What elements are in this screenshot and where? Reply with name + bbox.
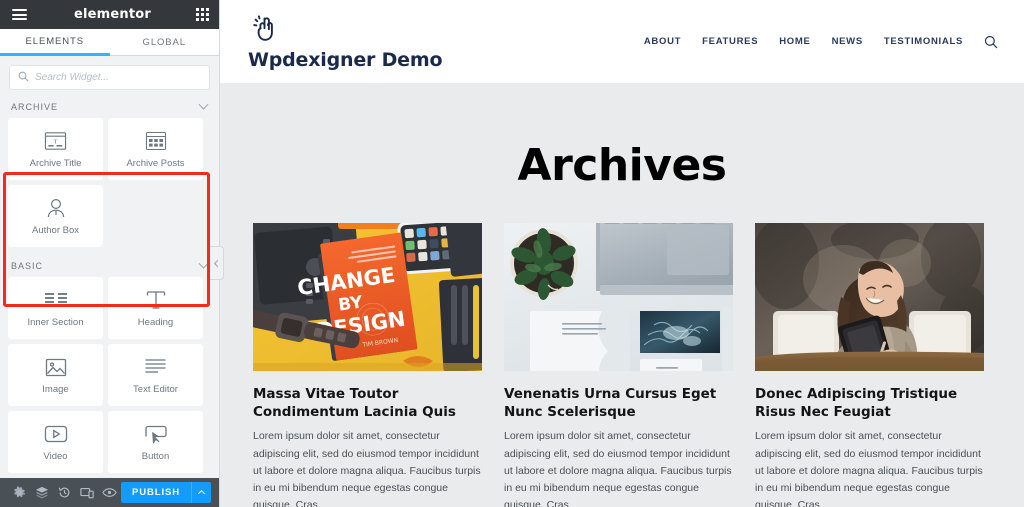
widget-label: Author Box bbox=[32, 225, 79, 236]
category-header-archive[interactable]: ARCHIVE bbox=[0, 96, 219, 118]
archive-posts-icon bbox=[145, 129, 167, 153]
widget-label: Inner Section bbox=[27, 317, 84, 328]
widget-button[interactable]: Button bbox=[108, 411, 203, 473]
post-image-1: CHANGE BY DESIGN TIM BROWN bbox=[253, 223, 482, 371]
text-editor-icon bbox=[144, 355, 167, 379]
category-label-basic: BASIC bbox=[11, 261, 44, 271]
page-title: Archives bbox=[517, 140, 727, 191]
post-card[interactable]: Donec Adipiscing Tristique Risus Nec Feu… bbox=[755, 223, 984, 507]
widget-archive-posts[interactable]: Archive Posts bbox=[108, 118, 203, 180]
post-image-2 bbox=[504, 223, 733, 371]
responsive-mode-icon[interactable] bbox=[76, 478, 99, 507]
search-icon[interactable] bbox=[984, 35, 998, 49]
pointing-hand-icon bbox=[248, 12, 282, 46]
archive-title-icon: T bbox=[44, 129, 67, 153]
svg-text:T: T bbox=[53, 138, 57, 145]
publish-options-button[interactable] bbox=[191, 482, 211, 503]
panel-footer: PUBLISH bbox=[0, 478, 219, 507]
widget-label: Text Editor bbox=[133, 384, 178, 395]
nav-item-about[interactable]: ABOUT bbox=[644, 36, 681, 47]
post-thumbnail[interactable] bbox=[755, 223, 984, 371]
widget-label: Button bbox=[141, 451, 170, 462]
archive-posts-grid: CHANGE BY DESIGN TIM BROWN Massa Vitae T… bbox=[220, 191, 1024, 507]
widget-video[interactable]: Video bbox=[8, 411, 103, 473]
nav-item-news[interactable]: NEWS bbox=[832, 36, 863, 47]
nav-item-features[interactable]: FEATURES bbox=[702, 36, 758, 47]
widget-label: Heading bbox=[137, 317, 174, 328]
preview-eye-icon[interactable] bbox=[98, 478, 121, 507]
nav-item-testimonials[interactable]: TESTIMONIALS bbox=[884, 36, 963, 47]
inner-section-icon bbox=[44, 288, 68, 312]
widget-heading[interactable]: Heading bbox=[108, 277, 203, 339]
post-thumbnail[interactable] bbox=[504, 223, 733, 371]
site-branding[interactable]: Wpdexigner Demo bbox=[248, 12, 443, 71]
post-excerpt: Lorem ipsum dolor sit amet, consectetur … bbox=[504, 430, 732, 507]
category-label-archive: ARCHIVE bbox=[11, 102, 59, 112]
widget-text-editor[interactable]: Text Editor bbox=[108, 344, 203, 406]
author-box-icon bbox=[45, 196, 67, 220]
category-header-basic[interactable]: BASIC bbox=[0, 255, 219, 277]
widget-image[interactable]: Image bbox=[8, 344, 103, 406]
post-image-3 bbox=[755, 223, 984, 371]
publish-button[interactable]: PUBLISH bbox=[121, 482, 191, 503]
widget-list-basic: Inner Section Heading Image Text Editor … bbox=[0, 277, 219, 473]
post-excerpt: Lorem ipsum dolor sit amet, consectetur … bbox=[253, 430, 481, 507]
tab-elements[interactable]: ELEMENTS bbox=[0, 29, 110, 56]
tab-global[interactable]: GLOBAL bbox=[109, 29, 219, 56]
post-thumbnail[interactable]: CHANGE BY DESIGN TIM BROWN bbox=[253, 223, 482, 371]
site-nav: ABOUT FEATURES HOME NEWS TESTIMONIALS bbox=[644, 35, 1002, 49]
chevron-up-icon bbox=[197, 489, 206, 498]
widget-label: Archive Posts bbox=[126, 158, 185, 169]
site-header: Wpdexigner Demo ABOUT FEATURES HOME NEWS… bbox=[220, 0, 1024, 83]
history-revisions-icon[interactable] bbox=[53, 478, 76, 507]
button-icon bbox=[144, 422, 168, 446]
search-icon bbox=[18, 69, 29, 87]
widget-list-archive: T Archive Title Archive Posts Author Box bbox=[0, 118, 219, 247]
widget-label: Image bbox=[42, 384, 69, 395]
chevron-down-icon bbox=[198, 258, 209, 269]
heading-icon bbox=[145, 288, 167, 312]
chevron-left-icon bbox=[213, 259, 222, 267]
widget-archive-title[interactable]: T Archive Title bbox=[8, 118, 103, 180]
panel-tabs: ELEMENTS GLOBAL bbox=[0, 29, 219, 56]
hamburger-icon[interactable] bbox=[10, 7, 29, 22]
post-card[interactable]: Venenatis Urna Cursus Eget Nunc Sceleris… bbox=[504, 223, 733, 507]
post-title[interactable]: Venenatis Urna Cursus Eget Nunc Sceleris… bbox=[504, 385, 733, 421]
post-card[interactable]: CHANGE BY DESIGN TIM BROWN Massa Vitae T… bbox=[253, 223, 482, 507]
image-icon bbox=[45, 355, 67, 379]
settings-gear-icon[interactable] bbox=[8, 478, 31, 507]
post-excerpt: Lorem ipsum dolor sit amet, consectetur … bbox=[755, 430, 983, 507]
grid-apps-icon[interactable] bbox=[195, 8, 209, 21]
navigator-layers-icon[interactable] bbox=[31, 478, 54, 507]
site-preview-canvas: Wpdexigner Demo ABOUT FEATURES HOME NEWS… bbox=[220, 0, 1024, 507]
panel-body: ARCHIVE T Archive Title bbox=[0, 56, 219, 478]
chevron-down-icon bbox=[198, 99, 209, 110]
widget-label: Archive Title bbox=[29, 158, 82, 169]
widget-inner-section[interactable]: Inner Section bbox=[8, 277, 103, 339]
elementor-logo-text: elementor bbox=[73, 7, 152, 22]
search-widget-box[interactable] bbox=[9, 65, 210, 90]
panel-collapse-handle[interactable] bbox=[210, 246, 224, 280]
elementor-editor: elementor ELEMENTS GLOBAL Search Widget.… bbox=[0, 0, 1024, 507]
elementor-widget-panel: elementor ELEMENTS GLOBAL Search Widget.… bbox=[0, 0, 224, 507]
publish-button-group: PUBLISH bbox=[121, 482, 211, 503]
post-title[interactable]: Massa Vitae Toutor Condimentum Lacinia Q… bbox=[253, 385, 482, 421]
video-icon bbox=[44, 422, 68, 446]
nav-item-home[interactable]: HOME bbox=[779, 36, 810, 47]
widget-label: Video bbox=[43, 451, 68, 462]
panel-header: elementor bbox=[0, 0, 219, 29]
search-input[interactable] bbox=[35, 72, 201, 83]
site-title: Wpdexigner Demo bbox=[248, 49, 443, 71]
post-title[interactable]: Donec Adipiscing Tristique Risus Nec Feu… bbox=[755, 385, 984, 421]
search-widget-wrap bbox=[0, 56, 219, 96]
widget-author-box[interactable]: Author Box bbox=[8, 185, 103, 247]
